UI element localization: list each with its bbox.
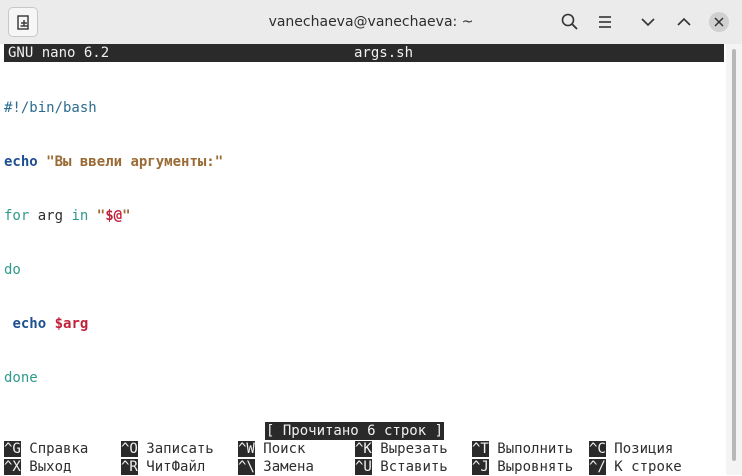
scrollbar-thumb[interactable] xyxy=(732,49,736,461)
args-variable: $@ xyxy=(105,208,123,224)
string-literal: "Вы ввели аргументы:" xyxy=(46,154,224,170)
shortcut-key: ^C xyxy=(589,441,606,457)
nano-header-bar: GNU nano 6.2 args.sh xyxy=(4,44,724,62)
shortcut-search[interactable]: ^W Поиск xyxy=(238,440,305,458)
shortcut-read-file[interactable]: ^R ЧитФайл xyxy=(121,458,205,476)
keyword-do: do xyxy=(4,262,21,278)
shortcut-label: Записать xyxy=(146,441,214,457)
window-titlebar: vanechaeva@vanechaeva: ~ xyxy=(0,0,742,45)
keyword-in: in xyxy=(71,208,89,224)
code-line-5: echo $arg xyxy=(4,315,223,333)
close-icon xyxy=(714,17,724,27)
window-title: vanechaeva@vanechaeva: ~ xyxy=(268,14,474,30)
shortcut-label: Выполнить xyxy=(497,441,574,457)
shortcut-key: ^J xyxy=(472,459,489,475)
code-line-6: done xyxy=(4,369,223,387)
shortcut-execute[interactable]: ^T Выполнить xyxy=(472,440,573,458)
chevron-down-icon xyxy=(641,18,655,27)
code-line-1: #!/bin/bash xyxy=(4,99,223,117)
shortcut-write[interactable]: ^O Записать xyxy=(121,440,214,458)
quote-open: " xyxy=(96,208,106,224)
menu-button[interactable] xyxy=(593,10,617,34)
shortcut-key: ^K xyxy=(355,441,372,457)
loop-variable: arg xyxy=(37,208,64,224)
nano-version: GNU nano 6.2 xyxy=(8,45,110,61)
shortcut-label: Справка xyxy=(29,441,89,457)
keyword-echo: echo xyxy=(4,154,38,170)
shortcut-key: ^T xyxy=(472,441,489,457)
nano-filename: args.sh xyxy=(354,45,414,61)
shortcut-key: ^X xyxy=(4,459,21,475)
editor-content[interactable]: #!/bin/bash echo "Вы ввели аргументы:" f… xyxy=(4,63,223,423)
shortcut-label: К строке xyxy=(614,459,682,475)
shortcut-justify[interactable]: ^J Выровнять xyxy=(472,458,573,476)
code-line-4: do xyxy=(4,261,223,279)
hamburger-menu-icon xyxy=(599,16,611,28)
shortcut-label: Замена xyxy=(263,459,314,475)
shortcut-key: ^\ xyxy=(238,459,255,475)
shortcut-key: ^U xyxy=(355,459,372,475)
maximize-button[interactable] xyxy=(672,10,696,34)
shortcut-key: ^O xyxy=(121,441,138,457)
shortcut-key: ^W xyxy=(238,441,255,457)
shortcut-key: ^/ xyxy=(589,459,606,475)
status-message: [ Прочитано 6 строк ] xyxy=(265,422,445,440)
shortcut-label: Выход xyxy=(29,459,72,475)
keyword-for: for xyxy=(4,208,30,224)
keyword-echo-2: echo xyxy=(12,316,47,332)
arg-variable: $arg xyxy=(54,316,89,332)
shortcut-label: Вырезать xyxy=(380,441,448,457)
shortcut-key: ^R xyxy=(121,459,138,475)
shortcut-label: Позиция xyxy=(614,441,674,457)
code-line-3: for arg in "$@" xyxy=(4,207,223,225)
shebang: #!/bin/bash xyxy=(4,100,97,116)
shortcut-label: Поиск xyxy=(263,441,306,457)
shortcut-go-to-line[interactable]: ^/ К строке xyxy=(589,458,682,476)
shortcut-replace[interactable]: ^\ Замена xyxy=(238,458,314,476)
shortcut-cut[interactable]: ^K Вырезать xyxy=(355,440,448,458)
search-button[interactable] xyxy=(558,10,582,34)
keyword-done: done xyxy=(4,370,38,386)
shortcut-label: Выровнять xyxy=(497,459,574,475)
shortcut-paste[interactable]: ^U Вставить xyxy=(355,458,448,476)
shortcut-position[interactable]: ^C Позиция xyxy=(589,440,673,458)
search-icon xyxy=(561,13,578,30)
shortcut-help[interactable]: ^G Справка xyxy=(4,440,88,458)
chevron-up-icon xyxy=(677,17,691,26)
shortcut-label: ЧитФайл xyxy=(146,459,206,475)
shortcut-key: ^G xyxy=(4,441,21,457)
close-button[interactable] xyxy=(709,12,729,32)
scrollbar[interactable] xyxy=(726,44,742,475)
shortcut-exit[interactable]: ^X Выход xyxy=(4,458,71,476)
minimize-button[interactable] xyxy=(636,10,660,34)
shortcut-label: Вставить xyxy=(380,459,448,475)
quote-close: " xyxy=(122,208,131,224)
code-line-2: echo "Вы ввели аргументы:" xyxy=(4,153,223,171)
terminal-area[interactable]: GNU nano 6.2 args.sh #!/bin/bash echo "В… xyxy=(0,44,742,475)
